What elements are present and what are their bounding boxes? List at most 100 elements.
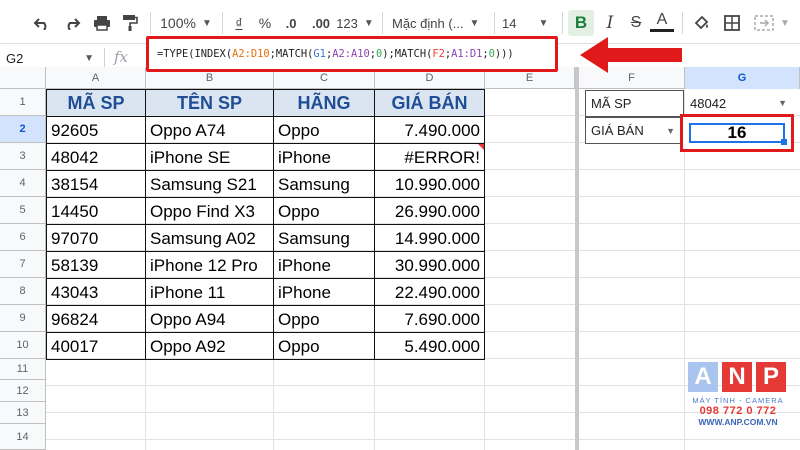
toolbar-divider <box>150 12 151 34</box>
table-cell[interactable]: Oppo Find X3 <box>146 198 273 225</box>
percent-format-button[interactable]: % <box>256 10 274 36</box>
table-cell[interactable]: 48042 <box>47 144 145 171</box>
chevron-down-icon: ▼ <box>363 17 374 29</box>
table-cell[interactable]: Oppo <box>274 198 374 225</box>
column-header-a[interactable]: A <box>46 67 146 89</box>
table-cell[interactable]: #ERROR! <box>375 144 484 171</box>
table-border <box>46 359 485 360</box>
chevron-down-icon: ▼ <box>778 98 787 108</box>
row-header[interactable]: 5 <box>0 197 46 224</box>
row-header[interactable]: 9 <box>0 305 46 332</box>
table-cell[interactable]: iPhone 11 <box>146 279 273 306</box>
formula-range-ref: A1:D1 <box>451 48 483 60</box>
table-cell[interactable]: Oppo <box>274 306 374 333</box>
table-cell[interactable]: 14.990.000 <box>375 225 484 252</box>
select-all-corner[interactable] <box>0 67 46 89</box>
field-dropdown[interactable]: GIÁ BÁN ▼ <box>585 117 684 144</box>
table-header-cell[interactable]: HÃNG <box>274 90 374 117</box>
zoom-select[interactable]: 100% ▼ <box>158 10 214 36</box>
table-cell[interactable]: 14450 <box>47 198 145 225</box>
row-header[interactable]: 14 <box>0 424 46 450</box>
table-cell[interactable]: 10.990.000 <box>375 171 484 198</box>
table-cell[interactable]: Samsung S21 <box>146 171 273 198</box>
paint-format-icon[interactable] <box>118 10 142 36</box>
row-header[interactable]: 4 <box>0 170 46 197</box>
table-cell[interactable]: Samsung <box>274 225 374 252</box>
table-header-cell[interactable]: TÊN SP <box>146 90 273 117</box>
table-header-cell[interactable]: GIÁ BÁN <box>375 90 484 117</box>
table-cell[interactable]: 58139 <box>47 252 145 279</box>
borders-icon[interactable] <box>720 10 744 36</box>
table-border <box>46 332 485 333</box>
table-cell[interactable]: 30.990.000 <box>375 252 484 279</box>
currency-format-button[interactable]: ₫ <box>230 10 248 36</box>
table-cell[interactable]: 97070 <box>47 225 145 252</box>
table-cell[interactable]: 92605 <box>47 117 145 144</box>
row-header[interactable]: 7 <box>0 251 46 278</box>
table-cell[interactable]: Oppo A94 <box>146 306 273 333</box>
formula-text: );MATCH( <box>382 48 433 60</box>
undo-icon[interactable] <box>30 10 54 36</box>
toolbar-divider <box>682 12 683 34</box>
result-highlight: 16 <box>680 114 794 152</box>
red-arrow-icon <box>580 37 682 73</box>
name-box-value: G2 <box>6 50 24 66</box>
row-header[interactable]: 1 <box>0 89 46 116</box>
table-border <box>145 89 146 360</box>
table-cell[interactable]: Oppo A74 <box>146 117 273 144</box>
font-family-select[interactable]: Mặc định (... ▼ <box>392 10 488 36</box>
decrease-decimal-button[interactable]: .0 <box>280 10 302 36</box>
print-icon[interactable] <box>90 10 114 36</box>
table-cell[interactable]: Samsung A02 <box>146 225 273 252</box>
table-cell[interactable]: 5.490.000 <box>375 333 484 360</box>
product-code-dropdown[interactable]: 48042 ▼ <box>685 90 795 117</box>
result-cell[interactable]: 16 <box>689 123 787 145</box>
font-size-select[interactable]: 14 ▼ <box>502 10 558 36</box>
table-cell[interactable]: iPhone 12 Pro <box>146 252 273 279</box>
lookup-label-cell[interactable]: MÃ SP <box>585 90 684 117</box>
increase-decimal-button[interactable]: .00 <box>308 10 334 36</box>
row-header[interactable]: 12 <box>0 380 46 402</box>
table-cell[interactable]: 96824 <box>47 306 145 333</box>
bold-button[interactable]: B <box>568 10 594 36</box>
table-cell[interactable]: iPhone <box>274 279 374 306</box>
table-cell[interactable]: Oppo A92 <box>146 333 273 360</box>
table-cell[interactable]: 38154 <box>47 171 145 198</box>
fill-handle[interactable] <box>781 139 787 145</box>
table-cell[interactable]: iPhone <box>274 252 374 279</box>
more-formats-select[interactable]: 123 ▼ <box>336 10 374 36</box>
table-cell[interactable]: Oppo <box>274 333 374 360</box>
formula-input[interactable]: =TYPE(INDEX(A2:D10 ;MATCH(G1; A2:A10; 0);MA… <box>146 36 558 72</box>
row-header[interactable]: 2 <box>0 116 46 143</box>
row-header[interactable]: 10 <box>0 332 46 359</box>
table-cell[interactable]: 7.690.000 <box>375 306 484 333</box>
table-header-cell[interactable]: MÃ SP <box>47 90 145 117</box>
table-cell[interactable]: iPhone SE <box>146 144 273 171</box>
strikethrough-button[interactable]: S <box>624 10 648 36</box>
freeze-divider[interactable] <box>575 67 579 450</box>
chevron-down-icon: ▼ <box>538 17 549 29</box>
row-header[interactable]: 6 <box>0 224 46 251</box>
formula-text: =TYPE(INDEX( <box>157 48 233 60</box>
toolbar-divider <box>562 12 563 34</box>
merge-cells-icon[interactable]: ▼ <box>752 10 792 36</box>
row-header[interactable]: 3 <box>0 143 46 170</box>
name-box[interactable]: G2 ▼ <box>6 48 100 68</box>
table-cell[interactable]: Oppo <box>274 117 374 144</box>
row-header[interactable]: 13 <box>0 402 46 424</box>
text-color-button[interactable]: A <box>650 10 674 32</box>
table-cell[interactable]: Samsung <box>274 171 374 198</box>
row-header[interactable]: 11 <box>0 359 46 380</box>
table-cell[interactable]: 7.490.000 <box>375 117 484 144</box>
row-header[interactable]: 8 <box>0 278 46 305</box>
italic-button[interactable]: I <box>598 10 622 36</box>
table-cell[interactable]: 40017 <box>47 333 145 360</box>
redo-icon[interactable] <box>60 10 84 36</box>
table-cell[interactable]: 43043 <box>47 279 145 306</box>
fill-color-icon[interactable] <box>690 10 714 36</box>
table-cell[interactable]: 26.990.000 <box>375 198 484 225</box>
toolbar-divider <box>494 12 495 34</box>
column-header-g[interactable]: G <box>685 67 800 89</box>
table-cell[interactable]: iPhone <box>274 144 374 171</box>
table-cell[interactable]: 22.490.000 <box>375 279 484 306</box>
